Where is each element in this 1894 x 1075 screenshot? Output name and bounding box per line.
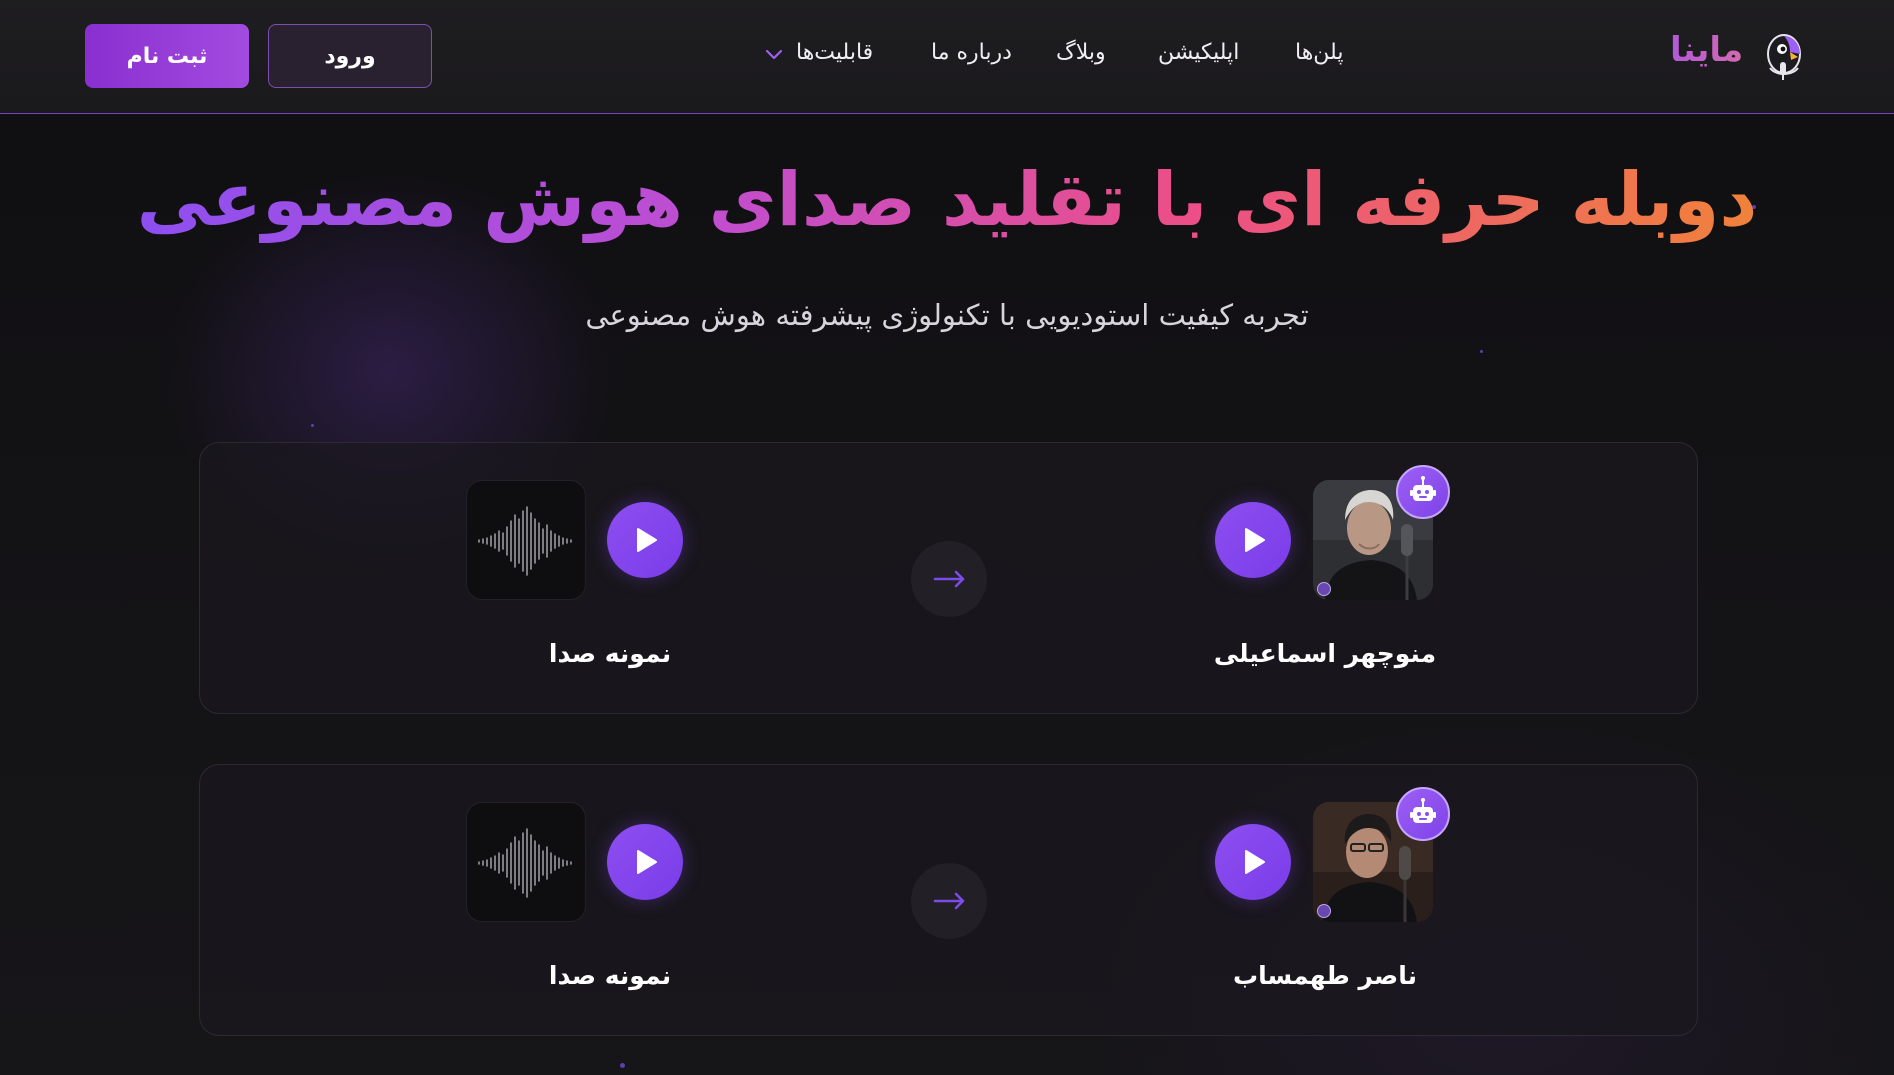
play-voice-button[interactable] bbox=[1215, 824, 1291, 900]
waveform-tile bbox=[466, 802, 586, 922]
sample-label: نمونه صدا bbox=[548, 961, 672, 990]
robot-icon bbox=[1410, 476, 1436, 501]
voice-card: نمونه صدا منوچهر اسماعیلی bbox=[199, 442, 1698, 714]
waveform-tile bbox=[466, 480, 586, 600]
chevron-down-icon[interactable] bbox=[764, 47, 784, 61]
sample-label: نمونه صدا bbox=[548, 639, 672, 668]
parrot-logo-icon[interactable] bbox=[1760, 30, 1808, 82]
top-navbar: ثبت نام ورود قابلیت‌ها درباره ما وبلاگ ا… bbox=[0, 0, 1894, 114]
brand-mini-icon bbox=[1317, 904, 1331, 918]
decor-dot bbox=[311, 424, 314, 427]
brand-mini-icon bbox=[1317, 582, 1331, 596]
arrow-right-icon bbox=[933, 892, 965, 910]
nav-plans[interactable]: پلن‌ها bbox=[1295, 40, 1343, 65]
arrow-connector bbox=[911, 541, 987, 617]
signup-button[interactable]: ثبت نام bbox=[85, 24, 249, 88]
decor-dot bbox=[1480, 350, 1483, 353]
ai-badge bbox=[1396, 465, 1450, 519]
nav-features[interactable]: قابلیت‌ها bbox=[796, 40, 873, 65]
decor-dot bbox=[620, 1063, 625, 1068]
nav-about[interactable]: درباره ما bbox=[931, 40, 1012, 65]
hero-subtitle: تجربه کیفیت استودیویی با تکنولوژی پیشرفت… bbox=[585, 298, 1309, 332]
play-sample-button[interactable] bbox=[607, 824, 683, 900]
voice-name: ناصر طهمساب bbox=[1233, 961, 1417, 990]
nav-blog[interactable]: وبلاگ bbox=[1056, 40, 1106, 65]
arrow-connector bbox=[911, 863, 987, 939]
voice-card: نمونه صدا ناصر طهمساب bbox=[199, 764, 1698, 1036]
login-button[interactable]: ورود bbox=[268, 24, 432, 88]
robot-icon bbox=[1410, 798, 1436, 823]
hero-title: دوبله حرفه ای با تقلید صدای هوش مصنوعی bbox=[136, 157, 1758, 243]
play-voice-button[interactable] bbox=[1215, 502, 1291, 578]
play-icon bbox=[1245, 850, 1265, 874]
play-icon bbox=[637, 528, 657, 552]
play-sample-button[interactable] bbox=[607, 502, 683, 578]
waveform-icon bbox=[478, 506, 572, 576]
arrow-right-icon bbox=[933, 570, 965, 588]
voice-name: منوچهر اسماعیلی bbox=[1213, 639, 1437, 668]
waveform-icon bbox=[478, 828, 572, 898]
nav-app[interactable]: اپلیکیشن bbox=[1158, 40, 1239, 65]
play-icon bbox=[1245, 528, 1265, 552]
play-icon bbox=[637, 850, 657, 874]
brand-logo-text[interactable]: ماینا bbox=[1670, 30, 1743, 70]
ai-badge bbox=[1396, 787, 1450, 841]
